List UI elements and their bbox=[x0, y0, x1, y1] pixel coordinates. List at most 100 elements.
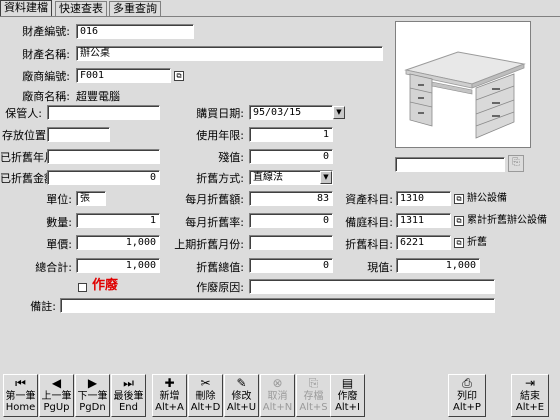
toolbar-button-shortcut: Alt+S bbox=[299, 402, 328, 413]
location-field[interactable] bbox=[47, 127, 110, 142]
toolbar-button-shortcut: Alt+I bbox=[335, 402, 360, 413]
scrap-reason-field[interactable] bbox=[249, 279, 495, 294]
present-value-field[interactable]: 1,000 bbox=[396, 258, 480, 273]
void-button[interactable]: ▤ 作廢 Alt+I bbox=[330, 374, 365, 417]
asset-no-field[interactable]: 016 bbox=[76, 24, 194, 39]
toolbar-button-label: 下一筆 bbox=[77, 391, 108, 402]
toolbar-button-shortcut: Alt+A bbox=[155, 402, 184, 413]
prep-subject-name: 累計折舊辦公設備 bbox=[467, 215, 547, 226]
note-field[interactable] bbox=[60, 298, 495, 313]
last-month-field[interactable] bbox=[249, 235, 333, 250]
last-month-label: 上期折舊月份: bbox=[174, 238, 244, 251]
purchase-date-field[interactable]: 95/03/15 bbox=[249, 105, 333, 120]
toolbar-button-label: 取消 bbox=[267, 391, 288, 402]
last-record-icon: ⏭ bbox=[123, 376, 134, 390]
toolbar-button-label: 存檔 bbox=[303, 391, 324, 402]
toolbar-button-shortcut: Home bbox=[5, 402, 36, 413]
price-field[interactable]: 1,000 bbox=[76, 235, 160, 250]
cancel-icon: ⊗ bbox=[272, 376, 283, 390]
save-button[interactable]: ⎘ 存檔 Alt+S bbox=[296, 374, 331, 417]
next-record-icon: ▶ bbox=[87, 376, 98, 390]
next-record-button[interactable]: ▶ 下一筆 PgDn bbox=[75, 374, 110, 417]
scrap-reason-label: 作廢原因: bbox=[196, 281, 244, 294]
delete-icon: ✂ bbox=[200, 376, 211, 390]
delete-button[interactable]: ✂ 刪除 Alt+D bbox=[188, 374, 223, 417]
last-record-button[interactable]: ⏭ 最後筆 End bbox=[111, 374, 146, 417]
vendor-no-label: 廠商編號: bbox=[22, 70, 70, 83]
monthly-amount-field[interactable]: 83 bbox=[249, 191, 333, 206]
toolbar-button-label: 新增 bbox=[159, 391, 180, 402]
asset-subject-lookup-icon[interactable]: ⧉ bbox=[454, 194, 464, 204]
toolbar-button-shortcut: End bbox=[118, 402, 138, 413]
toolbar-button-shortcut: PgUp bbox=[43, 402, 70, 413]
first-record-button[interactable]: ⏮ 第一筆 Home bbox=[3, 374, 38, 417]
tab-divider bbox=[0, 16, 560, 17]
custodian-field[interactable] bbox=[47, 105, 160, 120]
toolbar-button-label: 上一筆 bbox=[41, 391, 72, 402]
asset-name-label: 財產名稱: bbox=[22, 48, 70, 61]
print-icon: ⎙ bbox=[462, 376, 472, 390]
location-label: 存放位置: bbox=[2, 129, 50, 142]
tab-quick-lookup[interactable]: 快速查表 bbox=[55, 1, 107, 16]
toolbar-button-shortcut: Alt+D bbox=[190, 402, 221, 413]
date-picker-icon[interactable]: ▼ bbox=[333, 106, 345, 119]
prev-record-icon: ◀ bbox=[51, 376, 62, 390]
exit-icon: ⇥ bbox=[524, 376, 536, 390]
total-label: 總合計: bbox=[35, 261, 72, 274]
asset-subject-field[interactable]: 1310 bbox=[396, 191, 451, 206]
void-icon: ▤ bbox=[341, 376, 354, 390]
toolbar-button-label: 列印 bbox=[457, 391, 477, 402]
toolbar-button-label: 作廢 bbox=[337, 391, 358, 402]
toolbar-button-label: 修改 bbox=[231, 391, 252, 402]
prep-subject-field[interactable]: 1311 bbox=[396, 213, 451, 228]
image-path-field[interactable] bbox=[395, 157, 505, 172]
vendor-lookup-icon[interactable]: ⧉ bbox=[174, 71, 184, 81]
monthly-rate-field[interactable]: 0 bbox=[249, 213, 333, 228]
cancel-button[interactable]: ⊗ 取消 Alt+N bbox=[260, 374, 295, 417]
toolbar-button-label: 刪除 bbox=[195, 391, 216, 402]
prep-subject-label: 備庭科目: bbox=[345, 216, 393, 229]
asset-name-field[interactable]: 辦公桌 bbox=[76, 46, 383, 61]
print-button[interactable]: ⎙ 列印 Alt+P bbox=[448, 374, 486, 417]
qty-label: 數量: bbox=[46, 216, 72, 229]
total-field[interactable]: 1,000 bbox=[76, 258, 160, 273]
life-label: 使用年限: bbox=[196, 129, 244, 142]
depr-months-field[interactable] bbox=[47, 149, 160, 164]
tab-multi-query[interactable]: 多重查詢 bbox=[109, 1, 161, 16]
first-record-icon: ⏮ bbox=[15, 376, 26, 390]
depr-subject-lookup-icon[interactable]: ⧉ bbox=[454, 238, 464, 248]
life-field[interactable]: 1 bbox=[249, 127, 333, 142]
tab-data-entry[interactable]: 資料建檔 bbox=[0, 0, 52, 17]
desk-image bbox=[404, 51, 526, 139]
asset-photo bbox=[395, 21, 531, 148]
vendor-name-value: 超豐電腦 bbox=[76, 90, 120, 103]
edit-button[interactable]: ✎ 修改 Alt+U bbox=[224, 374, 259, 417]
monthly-amount-label: 每月折舊額: bbox=[185, 193, 244, 206]
depr-total-field[interactable]: 0 bbox=[249, 258, 333, 273]
exit-button[interactable]: ⇥ 結束 Alt+E bbox=[511, 374, 549, 417]
method-dropdown-icon[interactable]: ▼ bbox=[320, 171, 332, 184]
toolbar-button-shortcut: Alt+U bbox=[226, 402, 257, 413]
depr-subject-field[interactable]: 6221 bbox=[396, 235, 451, 250]
asset-no-label: 財產編號: bbox=[22, 25, 70, 38]
present-value-label: 現值: bbox=[367, 261, 393, 274]
scrap-checkbox[interactable] bbox=[78, 283, 87, 292]
prev-record-button[interactable]: ◀ 上一筆 PgUp bbox=[39, 374, 74, 417]
depr-total-label: 折舊總值: bbox=[196, 261, 244, 274]
qty-field[interactable]: 1 bbox=[76, 213, 160, 228]
browse-image-icon[interactable]: ⎘ bbox=[508, 155, 524, 172]
prep-subject-lookup-icon[interactable]: ⧉ bbox=[454, 216, 464, 226]
residual-label: 殘值: bbox=[218, 151, 244, 164]
unit-field[interactable]: 張 bbox=[76, 191, 106, 206]
method-label: 折舊方式: bbox=[196, 172, 244, 185]
vendor-name-label: 廠商名稱: bbox=[22, 90, 70, 103]
toolbar-button-shortcut: PgDn bbox=[79, 402, 106, 413]
vendor-no-field[interactable]: F001 bbox=[76, 68, 171, 83]
depr-amount-label: 已折舊金額: bbox=[0, 172, 59, 185]
add-button[interactable]: ✚ 新增 Alt+A bbox=[152, 374, 187, 417]
depr-amount-field[interactable]: 0 bbox=[47, 170, 160, 185]
add-icon: ✚ bbox=[164, 376, 175, 390]
toolbar-button-label: 結束 bbox=[520, 391, 540, 402]
depr-subject-name: 折舊 bbox=[467, 237, 487, 248]
residual-field[interactable]: 0 bbox=[249, 149, 333, 164]
